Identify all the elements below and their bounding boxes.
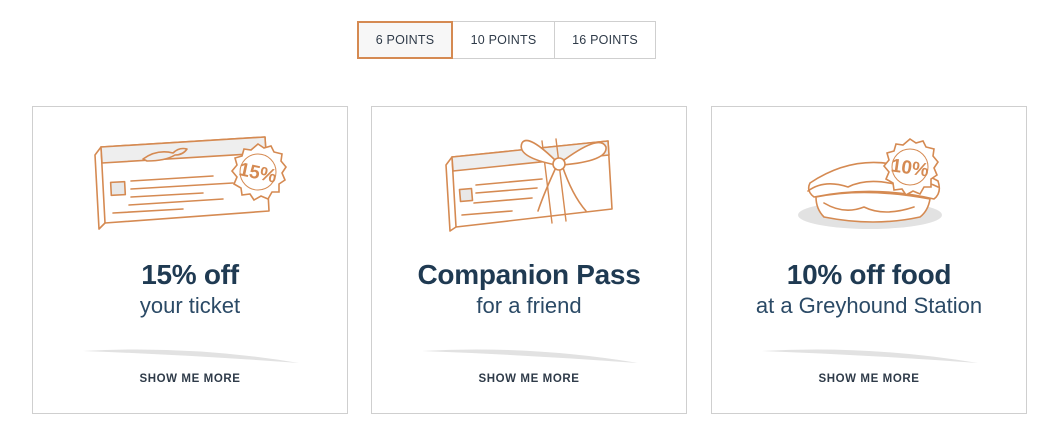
reward-card-food-discount: 10% 10% off food at a Greyhound Station … (711, 106, 1027, 414)
card-subtitle: for a friend (476, 293, 582, 318)
swoosh-divider (762, 349, 978, 363)
sandwich-discount-icon: 10% (798, 137, 942, 229)
reward-card-companion-pass: Companion Pass for a friend SHOW ME MORE (371, 106, 687, 414)
show-me-more-link[interactable]: SHOW ME MORE (33, 373, 347, 385)
card-subtitle: your ticket (139, 293, 241, 318)
card-title: Companion Pass (417, 259, 641, 290)
show-me-more-link[interactable]: SHOW ME MORE (372, 373, 686, 385)
card-subtitle: at a Greyhound Station (755, 293, 983, 318)
show-me-more-link[interactable]: SHOW ME MORE (712, 373, 1026, 385)
points-tabs: 6 POINTS 10 POINTS 16 POINTS (357, 21, 656, 59)
card-title: 15% off (141, 259, 239, 290)
reward-card-ticket-discount: 15% 15% off your ticket SHOW ME MORE (32, 106, 348, 414)
swoosh-divider (422, 349, 638, 363)
tab-16-points[interactable]: 16 POINTS (555, 21, 656, 59)
gift-ticket-icon (445, 138, 613, 232)
tab-6-points[interactable]: 6 POINTS (357, 21, 453, 59)
ticket-discount-icon: 15% (94, 136, 287, 230)
tab-10-points[interactable]: 10 POINTS (453, 21, 555, 59)
card-title: 10% off food (786, 259, 952, 290)
swoosh-divider (83, 349, 299, 363)
